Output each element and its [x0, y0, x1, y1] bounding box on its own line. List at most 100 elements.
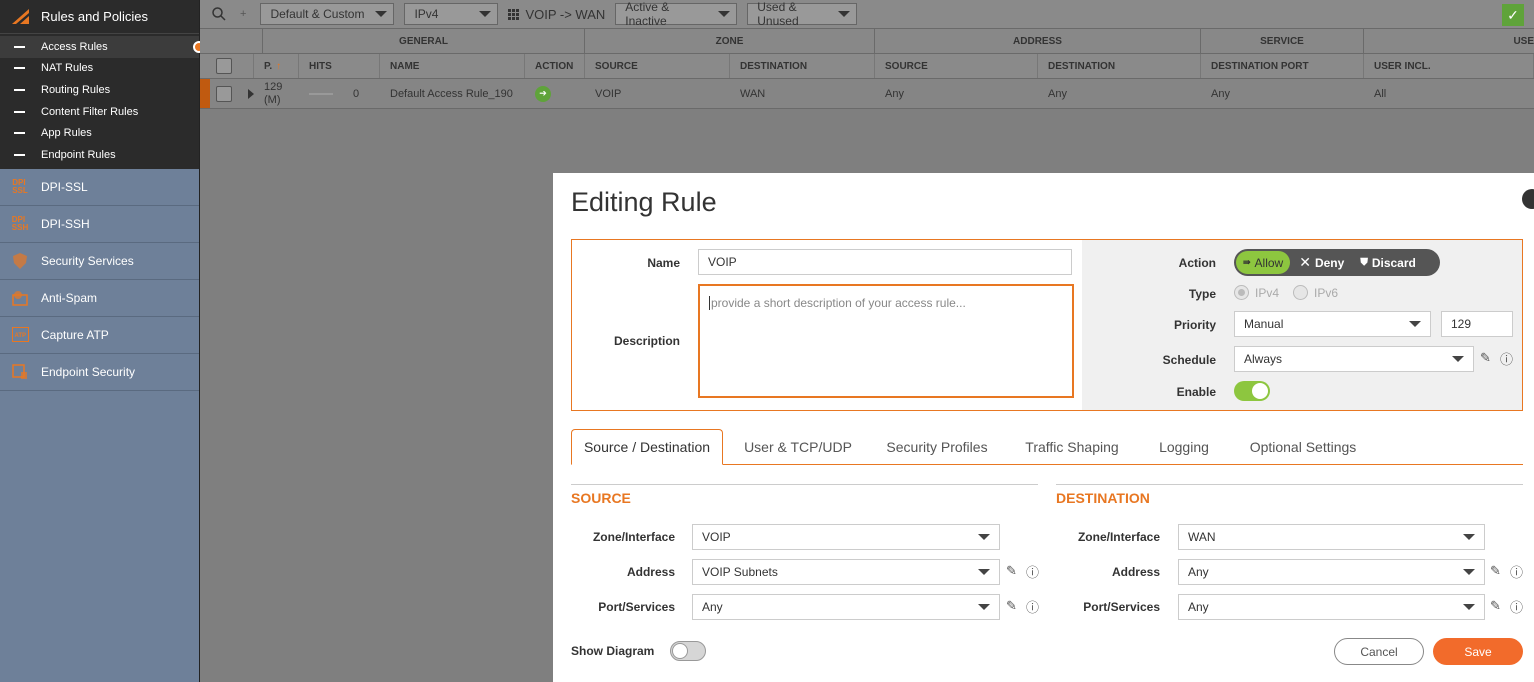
- edit-pencil-icon[interactable]: ✎: [1006, 598, 1017, 614]
- source-address-value: VOIP Subnets: [702, 565, 778, 579]
- description-placeholder: provide a short description of your acce…: [709, 296, 966, 310]
- close-icon[interactable]: [1522, 189, 1534, 209]
- discard-button[interactable]: ⛊ Discard: [1353, 251, 1423, 274]
- destination-port-select[interactable]: Any: [1178, 594, 1485, 620]
- col-dst-port[interactable]: DESTINATION PORT: [1201, 54, 1364, 78]
- col-action[interactable]: ACTION: [525, 54, 585, 78]
- info-icon[interactable]: ⓘ: [1026, 562, 1039, 581]
- description-field[interactable]: provide a short description of your acce…: [698, 284, 1074, 398]
- row-hits-value: 0: [353, 87, 360, 100]
- enable-toggle[interactable]: [1234, 381, 1270, 401]
- sidebar-item-routing-rules[interactable]: Routing Rules: [0, 79, 199, 101]
- col-name[interactable]: NAME: [380, 54, 525, 78]
- info-icon[interactable]: ⓘ: [1510, 597, 1523, 616]
- sidebar-item-label: Content Filter Rules: [41, 105, 139, 118]
- select-all-cell: [200, 54, 254, 78]
- col-dst-addr[interactable]: DESTINATION: [1038, 54, 1201, 78]
- sidebar-item-dpi-ssl[interactable]: DPI SSL DPI-SSL: [0, 169, 199, 206]
- source-address-label: Address: [626, 565, 675, 579]
- ip-version-select[interactable]: IPv4: [404, 3, 499, 25]
- group-general: GENERAL: [263, 29, 585, 53]
- priority-mode-select[interactable]: Manual: [1234, 311, 1431, 337]
- discard-label: Discard: [1371, 255, 1416, 270]
- edit-pencil-icon[interactable]: ✎: [1480, 350, 1491, 366]
- sidebar-item-content-filter-rules[interactable]: Content Filter Rules: [0, 101, 199, 123]
- row-dst-addr: Any: [1048, 87, 1067, 100]
- sidebar-item-security-services[interactable]: Security Services: [0, 243, 199, 280]
- chevron-down-icon: [978, 569, 990, 575]
- destination-zone-select[interactable]: WAN: [1178, 524, 1485, 550]
- sidebar-item-label: DPI-SSL: [41, 179, 88, 194]
- deny-button[interactable]: ✕ Deny: [1292, 251, 1351, 274]
- schedule-select[interactable]: Always: [1234, 346, 1474, 372]
- tab-logging[interactable]: Logging: [1143, 429, 1225, 464]
- sidebar-item-nat-rules[interactable]: NAT Rules: [0, 58, 199, 80]
- priority-label: Priority: [1173, 318, 1216, 332]
- col-user-incl[interactable]: USER INCL.: [1364, 54, 1534, 78]
- sidebar-item-label: Security Services: [41, 253, 134, 268]
- rule-general-panel: Name VOIP Description provide a short de…: [571, 239, 1523, 411]
- select-all-checkbox[interactable]: [216, 58, 232, 74]
- name-label: Name: [647, 256, 680, 270]
- col-src-zone[interactable]: SOURCE: [585, 54, 730, 78]
- drag-handle-icon[interactable]: [200, 79, 210, 108]
- col-dst-zone[interactable]: DESTINATION: [730, 54, 875, 78]
- info-icon[interactable]: ⓘ: [1500, 349, 1513, 368]
- usage-filter-select[interactable]: Used & Unused: [747, 0, 858, 28]
- show-diagram-toggle[interactable]: [670, 641, 706, 661]
- rule-name-section: Name VOIP Description provide a short de…: [572, 240, 1082, 410]
- allow-label: Allow: [1254, 255, 1284, 270]
- col-src-addr[interactable]: SOURCE: [875, 54, 1038, 78]
- sidebar-item-dpi-ssh[interactable]: DPI SSH DPI-SSH: [0, 206, 199, 243]
- add-icon[interactable]: +: [240, 8, 246, 20]
- ipv6-radio[interactable]: [1293, 285, 1309, 300]
- allow-button[interactable]: ⇛ Allow: [1236, 251, 1291, 274]
- tab-traffic-shaping[interactable]: Traffic Shaping: [1001, 429, 1143, 464]
- chevron-down-icon: [479, 11, 492, 17]
- tab-source-destination[interactable]: Source / Destination: [571, 429, 723, 465]
- check-icon[interactable]: ✓: [1502, 4, 1524, 26]
- sidebar-item-capture-atp[interactable]: ATP Capture ATP: [0, 317, 199, 354]
- source-address-select[interactable]: VOIP Subnets: [692, 559, 1000, 585]
- zone-pair-label[interactable]: VOIP -> WAN: [525, 7, 605, 22]
- ipv4-radio[interactable]: [1234, 285, 1249, 300]
- sidebar-item-anti-spam[interactable]: Anti-Spam: [0, 280, 199, 317]
- sidebar-header[interactable]: Rules and Policies: [0, 0, 199, 33]
- edit-pencil-icon[interactable]: ✎: [1490, 563, 1501, 579]
- grid-icon[interactable]: [508, 8, 520, 20]
- row-hits: 0: [299, 79, 380, 108]
- edit-pencil-icon[interactable]: ✎: [1006, 563, 1017, 579]
- destination-title: DESTINATION: [1056, 490, 1150, 506]
- tab-optional-settings[interactable]: Optional Settings: [1225, 429, 1381, 464]
- source-zone-select[interactable]: VOIP: [692, 524, 1000, 550]
- table-row[interactable]: 129 (M) 0 Default Access Rule_190 ➔ VOIP …: [200, 79, 1534, 109]
- toggle-knob: [1252, 383, 1268, 399]
- source-port-select[interactable]: Any: [692, 594, 1000, 620]
- sidebar-item-endpoint-rules[interactable]: Endpoint Rules: [0, 144, 199, 166]
- col-priority[interactable]: P. ↑: [254, 54, 299, 78]
- row-checkbox[interactable]: [216, 85, 232, 102]
- sidebar-item-label: Routing Rules: [41, 83, 111, 96]
- state-filter-select[interactable]: Active & Inactive: [615, 0, 738, 28]
- priority-input[interactable]: 129: [1441, 311, 1513, 337]
- sidebar-item-endpoint-security[interactable]: Endpoint Security: [0, 354, 199, 391]
- sidebar-item-access-rules[interactable]: Access Rules: [0, 36, 205, 58]
- save-button[interactable]: Save: [1433, 638, 1523, 665]
- col-hits[interactable]: HITS: [299, 54, 380, 78]
- tab-user-tcp-udp[interactable]: User & TCP/UDP: [723, 429, 873, 464]
- expand-arrow-icon[interactable]: [240, 79, 262, 108]
- row-dst-zone: WAN: [740, 87, 766, 100]
- tab-security-profiles[interactable]: Security Profiles: [873, 429, 1001, 464]
- sonicwall-logo-icon: [12, 9, 29, 24]
- name-field[interactable]: VOIP: [698, 249, 1072, 275]
- ip-version-value: IPv4: [414, 7, 439, 21]
- search-icon[interactable]: [212, 7, 226, 21]
- cancel-button[interactable]: Cancel: [1334, 638, 1424, 665]
- chevron-down-icon: [1452, 356, 1464, 362]
- info-icon[interactable]: ⓘ: [1026, 597, 1039, 616]
- destination-address-select[interactable]: Any: [1178, 559, 1485, 585]
- edit-pencil-icon[interactable]: ✎: [1490, 598, 1501, 614]
- view-filter-select[interactable]: Default & Custom: [260, 3, 395, 25]
- info-icon[interactable]: ⓘ: [1510, 562, 1523, 581]
- sidebar-item-app-rules[interactable]: App Rules: [0, 122, 199, 144]
